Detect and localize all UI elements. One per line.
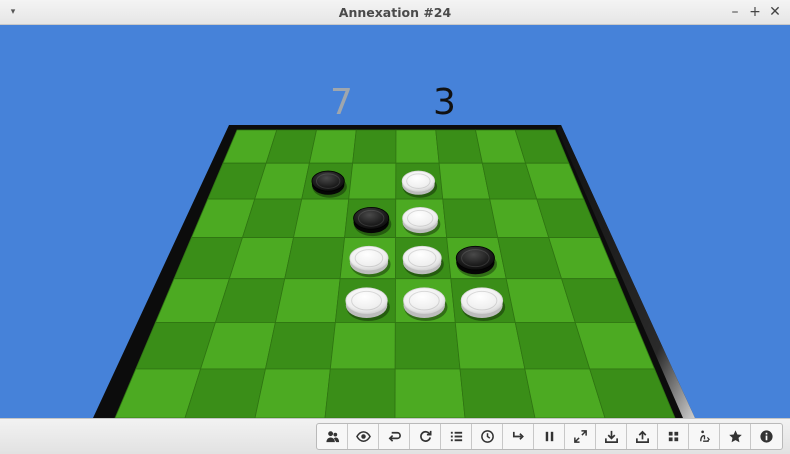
board-square[interactable] — [324, 368, 396, 418]
clock-button[interactable] — [472, 424, 503, 449]
board-square[interactable] — [442, 198, 499, 238]
game-board[interactable] — [0, 25, 790, 418]
fullscreen-button[interactable] — [565, 424, 596, 449]
black-piece[interactable] — [353, 206, 392, 237]
board-square[interactable] — [274, 278, 341, 323]
black-piece[interactable] — [455, 245, 498, 278]
info-button[interactable] — [751, 424, 782, 449]
toolbar — [0, 418, 790, 454]
redo-icon — [512, 431, 524, 440]
window-title: Annexation #24 — [338, 5, 452, 20]
maximize-button[interactable]: + — [746, 3, 764, 21]
white-piece[interactable] — [403, 287, 448, 322]
white-piece[interactable] — [460, 287, 506, 322]
game-scene[interactable]: 7 3 — [0, 25, 790, 418]
board-square[interactable] — [435, 129, 483, 164]
grid-button[interactable] — [658, 424, 689, 449]
players-button[interactable] — [317, 424, 348, 449]
pause-button[interactable] — [534, 424, 565, 449]
star-icon — [728, 430, 742, 443]
restart-icon — [419, 430, 431, 442]
board-square[interactable] — [293, 198, 350, 238]
save-icon — [604, 430, 618, 443]
title-bar: ▾ Annexation #24 – + ✕ — [0, 0, 790, 25]
redo-button[interactable] — [503, 424, 534, 449]
board-square[interactable] — [394, 368, 466, 418]
board-square[interactable] — [395, 129, 440, 164]
white-piece[interactable] — [349, 245, 391, 278]
board-square[interactable] — [438, 162, 491, 200]
grid-icon — [668, 431, 678, 442]
undo-icon — [388, 431, 401, 442]
save-button[interactable] — [596, 424, 627, 449]
eye-icon — [355, 431, 371, 442]
restart-button[interactable] — [410, 424, 441, 449]
board-square[interactable] — [394, 322, 461, 370]
black-piece[interactable] — [311, 170, 347, 198]
board-square[interactable] — [454, 322, 526, 370]
board-square[interactable] — [459, 368, 536, 418]
upload-icon — [635, 430, 649, 443]
undo-button[interactable] — [379, 424, 410, 449]
board-square[interactable] — [254, 368, 331, 418]
white-piece[interactable] — [401, 170, 438, 198]
close-button[interactable]: ✕ — [766, 3, 784, 21]
toolbar-buttons — [316, 423, 783, 450]
favorite-button[interactable] — [720, 424, 751, 449]
board-square[interactable] — [348, 162, 397, 200]
minimize-button[interactable]: – — [726, 3, 744, 21]
players-icon — [325, 431, 339, 443]
board-square[interactable] — [264, 322, 336, 370]
hint-icon — [699, 430, 710, 442]
clock-icon — [480, 430, 494, 443]
black-score: 3 — [433, 82, 456, 123]
history-button[interactable] — [441, 424, 472, 449]
info-icon — [760, 430, 773, 443]
white-piece[interactable] — [402, 206, 441, 237]
view-button[interactable] — [348, 424, 379, 449]
white-piece[interactable] — [345, 287, 390, 322]
upload-button[interactable] — [627, 424, 658, 449]
board-square[interactable] — [352, 129, 397, 164]
white-piece[interactable] — [402, 245, 444, 278]
board-square[interactable] — [308, 129, 357, 164]
list-icon — [450, 431, 462, 442]
pause-icon — [545, 431, 553, 442]
board-square[interactable] — [284, 237, 346, 280]
hint-button[interactable] — [689, 424, 720, 449]
board-square[interactable] — [329, 322, 396, 370]
fullscreen-icon — [573, 430, 587, 443]
game-window: ▾ Annexation #24 – + ✕ 7 3 — [0, 0, 790, 454]
white-score: 7 — [330, 82, 353, 123]
board-squares — [114, 129, 676, 418]
